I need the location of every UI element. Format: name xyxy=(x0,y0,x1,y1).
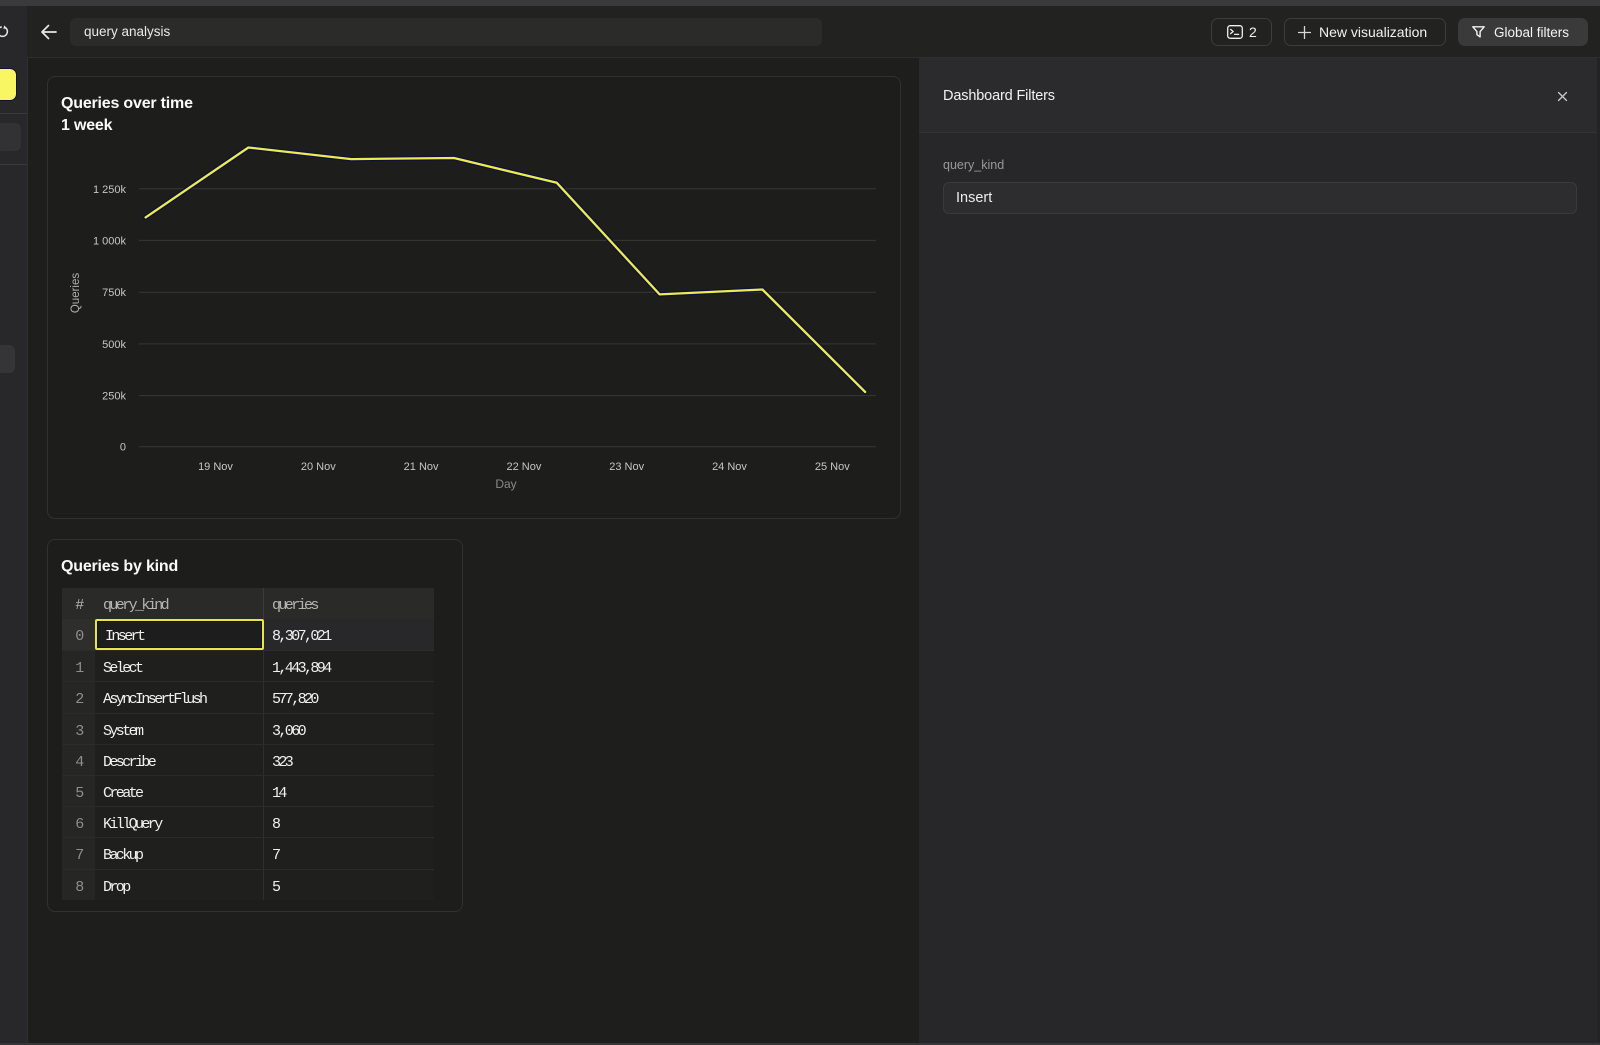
svg-text:750k: 750k xyxy=(102,287,126,299)
svg-text:250k: 250k xyxy=(102,391,126,403)
svg-text:19 Nov: 19 Nov xyxy=(198,461,233,473)
svg-text:23 Nov: 23 Nov xyxy=(609,461,644,473)
svg-text:1 000k: 1 000k xyxy=(93,235,127,247)
svg-text:500k: 500k xyxy=(102,339,126,351)
svg-text:1 250k: 1 250k xyxy=(93,184,127,196)
svg-text:0: 0 xyxy=(120,442,126,454)
svg-text:Day: Day xyxy=(495,477,516,491)
svg-text:21 Nov: 21 Nov xyxy=(404,461,439,473)
svg-text:20 Nov: 20 Nov xyxy=(301,461,336,473)
svg-text:24 Nov: 24 Nov xyxy=(712,461,747,473)
svg-text:22 Nov: 22 Nov xyxy=(506,461,541,473)
svg-text:Queries: Queries xyxy=(70,273,82,314)
svg-text:25 Nov: 25 Nov xyxy=(815,461,850,473)
